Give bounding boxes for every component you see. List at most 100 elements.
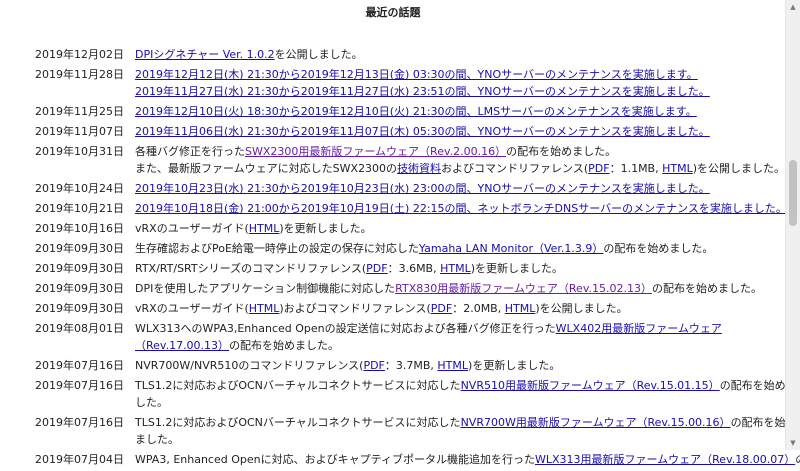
news-text: また、最新版ファームウェアに対応したSWX2300の: [135, 162, 398, 175]
maintenance-link[interactable]: 2019年11月27日(水) 21:30から2019年11月27日(水) 23:…: [135, 85, 710, 98]
firmware-link[interactable]: （Rev.17.00.13）: [135, 339, 229, 352]
dpi-signature-link[interactable]: DPIシグネチャー Ver. 1.0.2: [135, 48, 275, 61]
news-text: を公開しました。: [274, 48, 363, 61]
news-body: 生存確認およびPoE給電一時停止の設定の保存に対応したYamaha LAN Mo…: [135, 240, 786, 257]
news-item: 2019年09月30日 DPIを使用したアプリケーション制御機能に対応したRTX…: [0, 280, 786, 297]
news-item: 2019年07月16日 TLS1.2に対応およびOCNバーチャルコネクトサービス…: [0, 377, 797, 411]
vertical-scrollbar[interactable]: ▲ ▼: [785, 0, 800, 450]
news-item: 2019年11月25日 2019年12月10日(火) 18:30から2019年1…: [0, 103, 786, 120]
html-link[interactable]: HTML: [662, 162, 693, 175]
news-date: 2019年09月30日: [35, 282, 124, 295]
news-body: TLS1.2に対応およびOCNバーチャルコネクトサービスに対応したNVR700W…: [135, 414, 800, 448]
news-item: 2019年09月30日 vRXのユーザーガイド(HTML)およびコマンドリファレ…: [0, 300, 786, 317]
news-date: 2019年09月30日: [35, 262, 124, 275]
news-date: 2019年12月02日: [35, 48, 124, 61]
news-text: DPIを使用したアプリケーション制御機能に対応した: [135, 282, 396, 295]
html-link[interactable]: HTML: [437, 359, 468, 372]
lan-monitor-link[interactable]: Yamaha LAN Monitor（Ver.1.3.9）: [419, 242, 604, 255]
news-body: 2019年12月12日(木) 21:30から2019年12月13日(金) 03:…: [135, 66, 786, 100]
news-date: 2019年10月24日: [35, 182, 124, 195]
news-text: )を公開しました。: [692, 162, 786, 175]
news-date: 2019年11月25日: [35, 105, 124, 118]
news-text: の配布を始めました。: [506, 145, 617, 158]
html-link[interactable]: HTML: [249, 302, 280, 315]
news-item: 2019年07月16日 TLS1.2に対応およびOCNバーチャルコネクトサービス…: [0, 414, 797, 448]
news-item: 2019年07月04日 WPA3, Enhanced Openに対応、およびキャ…: [0, 451, 800, 468]
firmware-link[interactable]: NVR510用最新版ファームウェア（Rev.15.01.15）: [461, 379, 720, 392]
news-item: 2019年10月21日 2019年10月18日(金) 21:00から2019年1…: [0, 200, 787, 217]
scroll-down-arrow-icon[interactable]: ▼: [786, 436, 800, 450]
news-date: 2019年10月31日: [35, 145, 124, 158]
news-text: vRXのユーザーガイド(: [135, 302, 249, 315]
news-date: 2019年07月16日: [35, 379, 124, 392]
firmware-link[interactable]: WLX313用最新版ファームウェア（Rev.18.00.07）: [535, 453, 795, 466]
scroll-thumb[interactable]: [789, 160, 797, 226]
news-text: )を更新しました。: [468, 359, 561, 372]
html-link[interactable]: HTML: [505, 302, 536, 315]
maintenance-link[interactable]: 2019年12月10日(火) 18:30から2019年12月10日(火) 21:…: [135, 105, 697, 118]
firmware-link[interactable]: WLX402用最新版ファームウェア: [556, 322, 722, 335]
news-text: NVR700W/NVR510のコマンドリファレンス(: [135, 359, 364, 372]
news-item: 2019年11月28日 2019年12月12日(木) 21:30から2019年1…: [0, 66, 786, 100]
news-date: 2019年07月16日: [35, 416, 124, 429]
news-item: 2019年07月16日 NVR700W/NVR510のコマンドリファレンス(PD…: [0, 357, 786, 374]
news-body: DPIシグネチャー Ver. 1.0.2を公開しました。: [135, 46, 786, 63]
news-date: 2019年10月21日: [35, 202, 124, 215]
maintenance-link[interactable]: 2019年12月12日(木) 21:30から2019年12月13日(金) 03:…: [135, 68, 698, 81]
news-item: 2019年10月31日 各種バグ修正を行ったSWX2300用最新版ファームウェア…: [0, 143, 786, 177]
news-item: 2019年08月01日 WLX313へのWPA3,Enhanced Openの設…: [0, 320, 786, 354]
news-body: WLX313へのWPA3,Enhanced Openの設定送信に対応および各種バ…: [135, 320, 786, 354]
news-text: ：1.1MB,: [609, 162, 663, 175]
pdf-link[interactable]: PDF: [366, 262, 387, 275]
news-body: RTX/RT/SRTシリーズのコマンドリファレンス(PDF：3.6MB, HTM…: [135, 260, 786, 277]
news-text: 各種バグ修正を行った: [135, 145, 245, 158]
news-text: vRXのユーザーガイド(: [135, 222, 249, 235]
news-date: 2019年07月04日: [35, 453, 124, 466]
news-text: RTX/RT/SRTシリーズのコマンドリファレンス(: [135, 262, 367, 275]
firmware-link[interactable]: NVR700W用最新版ファームウェア（Rev.15.00.16）: [461, 416, 731, 429]
news-date: 2019年08月01日: [35, 322, 124, 335]
news-date: 2019年11月28日: [35, 68, 124, 81]
news-body: 各種バグ修正を行ったSWX2300用最新版ファームウェア（Rev.2.00.16…: [135, 143, 800, 177]
news-body: TLS1.2に対応およびOCNバーチャルコネクトサービスに対応したNVR510用…: [135, 377, 800, 411]
pdf-link[interactable]: PDF: [363, 359, 384, 372]
news-text: ：2.0MB,: [452, 302, 505, 315]
maintenance-link[interactable]: 2019年11月06日(水) 21:30から2019年11月07日(木) 05:…: [135, 125, 710, 138]
news-body: vRXのユーザーガイド(HTML)およびコマンドリファレンス(PDF：2.0MB…: [135, 300, 786, 317]
tech-doc-link[interactable]: 技術資料: [397, 162, 441, 175]
news-body: NVR700W/NVR510のコマンドリファレンス(PDF：3.7MB, HTM…: [135, 357, 786, 374]
news-item: 2019年09月30日 RTX/RT/SRTシリーズのコマンドリファレンス(PD…: [0, 260, 786, 277]
page-title: 最近の話題: [365, 6, 421, 19]
news-text: )を更新しました。: [279, 222, 372, 235]
pdf-link[interactable]: PDF: [588, 162, 609, 175]
news-body: vRXのユーザーガイド(HTML)を更新しました。: [135, 220, 786, 237]
news-text: WPA3, Enhanced Openに対応、およびキャプティブポータル機能追加…: [135, 453, 535, 466]
firmware-link[interactable]: RTX830用最新版ファームウェア（Rev.15.02.13）: [395, 282, 652, 295]
maintenance-link[interactable]: 2019年10月18日(金) 21:00から2019年10月19日(土) 22:…: [135, 202, 787, 215]
news-text: の配布を始めました。: [603, 242, 714, 255]
firmware-link[interactable]: SWX2300用最新版ファームウェア（Rev.2.00.16）: [245, 145, 506, 158]
news-item: 2019年10月16日 vRXのユーザーガイド(HTML)を更新しました。: [0, 220, 786, 237]
news-list: 2019年12月02日 DPIシグネチャー Ver. 1.0.2を公開しました。…: [0, 46, 800, 471]
news-date: 2019年11月07日: [35, 125, 124, 138]
news-body: 2019年10月18日(金) 21:00から2019年10月19日(土) 22:…: [135, 200, 800, 217]
news-text: ：3.7MB,: [384, 359, 438, 372]
news-date: 2019年09月30日: [35, 302, 124, 315]
news-text: TLS1.2に対応およびOCNバーチャルコネクトサービスに対応した: [135, 416, 461, 429]
news-item: 2019年12月02日 DPIシグネチャー Ver. 1.0.2を公開しました。: [0, 46, 786, 63]
news-text: TLS1.2に対応およびOCNバーチャルコネクトサービスに対応した: [135, 379, 461, 392]
maintenance-link[interactable]: 2019年10月23日(水) 21:30から2019年10月23日(水) 23:…: [135, 182, 710, 195]
news-date: 2019年09月30日: [35, 242, 124, 255]
news-item: 2019年09月30日 生存確認およびPoE給電一時停止の設定の保存に対応したY…: [0, 240, 786, 257]
news-text: の配布を始めました。: [229, 339, 340, 352]
html-link[interactable]: HTML: [249, 222, 280, 235]
html-link[interactable]: HTML: [440, 262, 471, 275]
news-text: ：3.6MB,: [387, 262, 441, 275]
news-text: )およびコマンドリファレンス(: [279, 302, 431, 315]
news-item: 2019年10月24日 2019年10月23日(水) 21:30から2019年1…: [0, 180, 786, 197]
news-text: した。: [135, 396, 168, 409]
pdf-link[interactable]: PDF: [431, 302, 452, 315]
scroll-up-arrow-icon[interactable]: ▲: [786, 0, 800, 14]
news-text: )を更新しました。: [470, 262, 564, 275]
news-item: 2019年11月07日 2019年11月06日(水) 21:30から2019年1…: [0, 123, 786, 140]
